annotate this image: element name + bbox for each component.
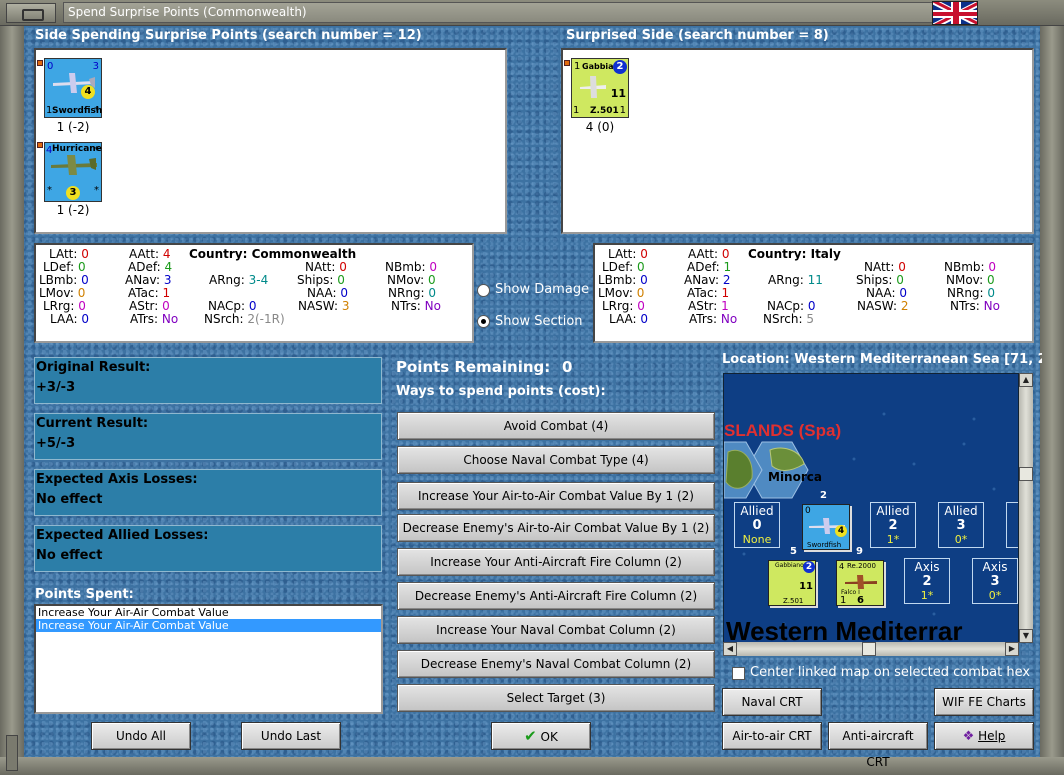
unit-caption: 1 (-2) — [56, 203, 90, 217]
scroll-up-icon[interactable]: ▲ — [1019, 373, 1033, 387]
unit-hurricane[interactable]: 4 Hurricane * 3 * * — [44, 142, 102, 202]
ok-button[interactable]: ✔ OK — [491, 722, 591, 750]
choose-naval-combat-type-button[interactable]: Choose Naval Combat Type (4) — [397, 446, 715, 474]
location-label: Location: Western Mediterranean Sea [71,… — [722, 352, 1042, 367]
allied-box-3[interactable]: Allied 3 0* — [938, 502, 984, 548]
undo-last-button[interactable]: Undo Last — [241, 722, 341, 750]
points-remaining-value: 0 — [562, 358, 573, 376]
help-book-icon: ❖ — [962, 729, 975, 744]
select-target-button[interactable]: Select Target (3) — [397, 684, 715, 712]
axis-losses-box: Expected Axis Losses: No effect — [34, 469, 382, 516]
scroll-down-icon[interactable]: ▼ — [1019, 629, 1033, 643]
show-damage-label[interactable]: Show Damage — [495, 282, 589, 297]
unit-caption: 1 (-2) — [56, 120, 90, 134]
scroll-right-icon[interactable]: ▶ — [1005, 642, 1019, 656]
allied-box-partial — [1006, 502, 1018, 548]
surprised-side-header: Surprised Side (search number = 8) — [566, 28, 829, 43]
surprised-units-panel: 1 Gabbiano 2 11 1 Z.501 1 4 (0) — [561, 48, 1034, 234]
spending-side-header: Side Spending Surprise Points (search nu… — [35, 28, 422, 43]
stack-count: 5 — [790, 546, 797, 557]
show-damage-radio[interactable] — [477, 284, 490, 297]
axis-box-2[interactable]: Axis 2 1* — [904, 558, 950, 604]
uk-flag-icon — [932, 1, 978, 25]
scroll-left-icon[interactable]: ◀ — [723, 642, 737, 656]
show-section-radio[interactable] — [477, 315, 490, 328]
axis-box-3[interactable]: Axis 3 0* — [972, 558, 1018, 604]
unit-caption: 4 (0) — [585, 120, 615, 134]
center-linked-checkbox[interactable] — [732, 667, 745, 680]
check-icon: ✔ — [524, 727, 537, 745]
air-to-air-crt-button[interactable]: Air-to-air CRT — [722, 722, 822, 750]
show-section-label[interactable]: Show Section — [495, 314, 583, 329]
window-frame-right — [1040, 26, 1064, 775]
window-frame-left — [0, 26, 24, 775]
points-spent-list[interactable]: Increase Your Air-Air Combat Value Incre… — [34, 604, 383, 714]
decrease-enemy-air-to-air-button[interactable]: Decrease Enemy's Air-to-Air Combat Value… — [397, 514, 715, 542]
minorca-label: Minorca — [768, 470, 822, 484]
hurricane-plane-icon — [51, 155, 97, 175]
list-item[interactable]: Increase Your Air-Air Combat Value — [36, 606, 381, 619]
points-remaining-label: Points Remaining: — [396, 358, 551, 376]
unit-marker-icon — [37, 60, 43, 66]
undo-all-button[interactable]: Undo All — [91, 722, 191, 750]
increase-air-to-air-button[interactable]: Increase Your Air-to-Air Combat Value By… — [397, 482, 715, 510]
list-item[interactable]: Increase Your Air-Air Combat Value — [36, 619, 381, 632]
naval-crt-button[interactable]: Naval CRT — [722, 688, 822, 716]
points-spent-label: Points Spent: — [35, 587, 134, 602]
anti-aircraft-crt-button[interactable]: Anti-aircraft CRT — [828, 722, 928, 769]
unit-swordfish[interactable]: 0 3 4 1 Swordfish * — [44, 58, 102, 118]
allied-box-0[interactable]: Allied 0 None — [734, 502, 780, 548]
current-result-box: Current Result: +5/-3 — [34, 413, 382, 460]
map-counter-swordfish[interactable]: 0 4 Swordfish — [802, 504, 850, 550]
unit-gabbiano[interactable]: 1 Gabbiano 2 11 1 Z.501 1 — [571, 58, 629, 118]
spending-units-panel: 0 3 4 1 Swordfish * 1 (-2) 4 Hurricane *… — [34, 48, 507, 234]
wif-fe-charts-button[interactable]: WIF FE Charts — [934, 688, 1034, 716]
map-vertical-scrollbar[interactable] — [1019, 373, 1033, 643]
allied-box-2[interactable]: Allied 2 1* — [870, 502, 916, 548]
unit-marker-icon — [564, 60, 570, 66]
stats-panel-commonwealth: LAtt: 0 LDef: 0 LBmb: 0 LMov: 0 LRrg: 0 … — [34, 243, 474, 343]
map-counter-re2000[interactable]: 4 Re.2000 Falco I 1 6 — [836, 560, 884, 606]
vertical-scroll-thumb[interactable] — [1019, 467, 1033, 481]
avoid-combat-button[interactable]: Avoid Combat (4) — [397, 412, 715, 440]
stats-panel-italy: LAtt: 0 LDef: 0 LBmb: 0 LMov: 0 LRrg: 0 … — [593, 243, 1034, 343]
decrease-enemy-aa-fire-button[interactable]: Decrease Enemy's Anti-Aircraft Fire Colu… — [397, 582, 715, 610]
svg-text:SLANDS (Spa): SLANDS (Spa) — [724, 421, 841, 440]
help-button[interactable]: ❖ Help — [934, 722, 1034, 750]
ways-label: Ways to spend points (cost): — [396, 384, 606, 399]
center-linked-label[interactable]: Center linked map on selected combat hex — [750, 665, 1030, 680]
increase-aa-fire-button[interactable]: Increase Your Anti-Aircraft Fire Column … — [397, 548, 715, 576]
mini-map[interactable]: SLANDS (Spa) Minorca Allied 0 None Allied 2… — [723, 373, 1019, 643]
decrease-enemy-naval-combat-button[interactable]: Decrease Enemy's Naval Combat Column (2) — [397, 650, 715, 678]
window-title: Spend Surprise Points (Commonwealth) — [63, 2, 933, 23]
gabbiano-plane-icon — [580, 76, 606, 98]
unit-marker-icon — [37, 142, 43, 148]
window-frame-bottom — [0, 757, 1064, 775]
increase-naval-combat-button[interactable]: Increase Your Naval Combat Column (2) — [397, 616, 715, 644]
system-menu-button[interactable] — [6, 3, 56, 23]
horizontal-scroll-thumb[interactable] — [862, 642, 876, 656]
map-counter-gabbiano[interactable]: Gabbiano 2 11 Z.501 — [768, 560, 816, 606]
frame-grip — [6, 735, 18, 771]
original-result-box: Original Result: +3/-3 — [34, 357, 382, 404]
stack-count: 2 — [820, 490, 827, 501]
sea-name-label: Western Mediterrar — [726, 616, 963, 643]
allied-losses-box: Expected Allied Losses: No effect — [34, 525, 382, 572]
stack-count: 9 — [856, 546, 863, 557]
